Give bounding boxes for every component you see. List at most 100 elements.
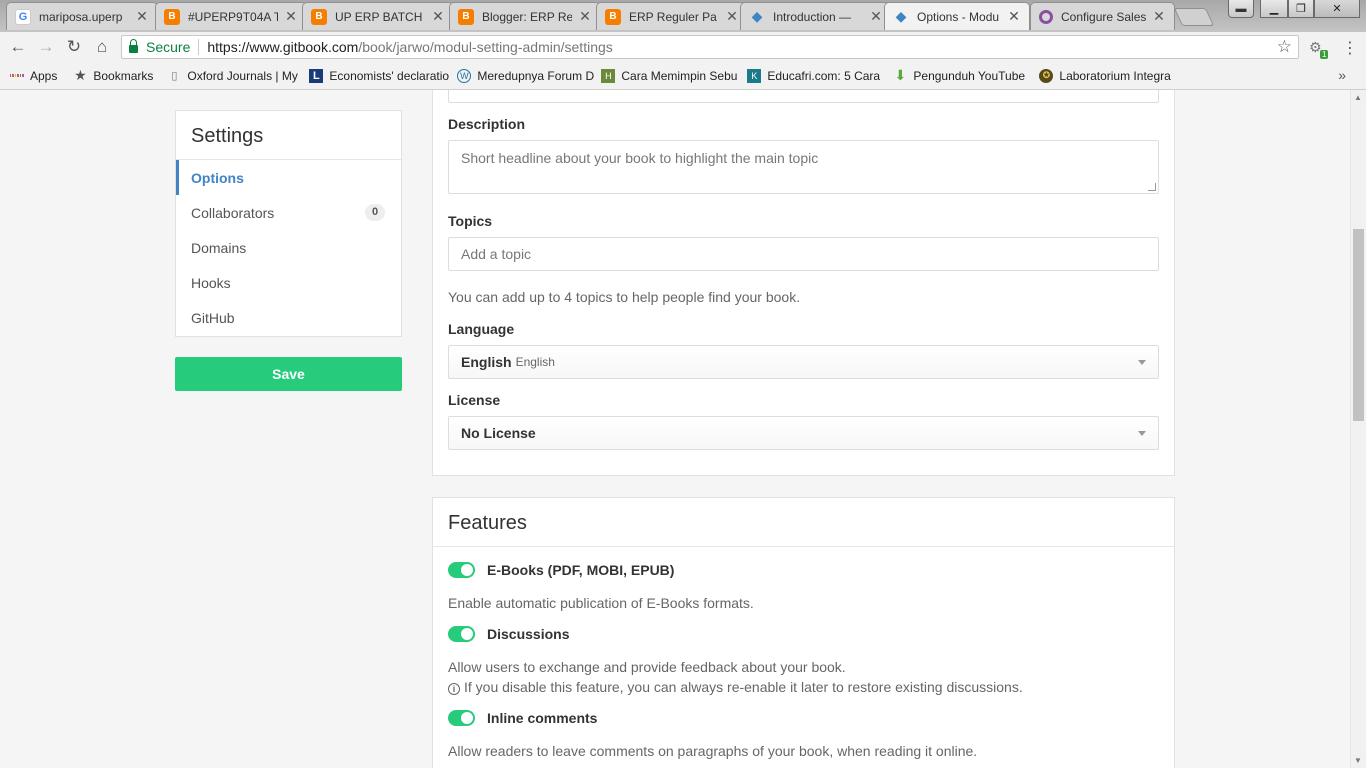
bookmark-cara-memimpin[interactable]: H Cara Memimpin Sebu bbox=[601, 68, 741, 83]
bookmark-label: Bookmarks bbox=[93, 68, 154, 83]
h-logo-icon: H bbox=[601, 68, 616, 83]
bookmark-oxford[interactable]: ▯ Oxford Journals | My bbox=[167, 69, 305, 83]
tab-title: ERP Reguler Pa bbox=[629, 9, 717, 24]
tab-blogger-erp[interactable]: B Blogger: ERP Re ✕ bbox=[449, 2, 601, 30]
language-value: English bbox=[461, 354, 512, 370]
features-card: Features E-Books (PDF, MOBI, EPUB) Enabl… bbox=[432, 497, 1175, 768]
language-select[interactable]: English English bbox=[448, 345, 1159, 379]
close-icon[interactable]: ✕ bbox=[869, 8, 883, 25]
sidebar-item-github[interactable]: GitHub bbox=[176, 300, 401, 335]
tab-options-active[interactable]: ◆ Options - Modu ✕ bbox=[884, 2, 1030, 30]
feature-discussions: Discussions bbox=[448, 626, 569, 642]
feature-description: Allow readers to leave comments on parag… bbox=[448, 743, 978, 759]
save-button[interactable]: Save bbox=[175, 357, 402, 391]
blogger-icon: B bbox=[458, 8, 474, 25]
google-icon: G bbox=[15, 8, 31, 25]
window-close-button[interactable]: ✕ bbox=[1314, 0, 1360, 18]
home-icon[interactable]: ⌂ bbox=[88, 33, 116, 61]
tab-erp-reguler[interactable]: B ERP Reguler Pa ✕ bbox=[596, 2, 748, 30]
caret-down-icon bbox=[1138, 431, 1146, 436]
feature-inline-comments: Inline comments bbox=[448, 710, 597, 726]
bookmark-educafri[interactable]: K Educafri.com: 5 Cara bbox=[747, 68, 887, 83]
tab-mariposa[interactable]: G mariposa.uperp ✕ bbox=[6, 2, 158, 30]
discussions-toggle[interactable] bbox=[448, 626, 475, 642]
menu-dots-icon[interactable]: ⋮ bbox=[1342, 38, 1358, 58]
tab-strip: G mariposa.uperp ✕ B #UPERP9T04A T ✕ B U… bbox=[0, 0, 1366, 32]
tab-title: UP ERP BATCH bbox=[335, 9, 423, 24]
page-scrollbar[interactable]: ▲ ▼ bbox=[1350, 90, 1366, 768]
bookmarks-bar: Apps ★ Bookmarks ▯ Oxford Journals | My … bbox=[0, 62, 1366, 90]
emblem-icon: ✪ bbox=[1039, 68, 1054, 83]
lock-icon bbox=[129, 39, 138, 53]
inline-comments-toggle[interactable] bbox=[448, 710, 475, 726]
close-icon[interactable]: ✕ bbox=[725, 8, 739, 25]
settings-sidebar: Settings Options Collaborators 0 Domains… bbox=[175, 110, 402, 337]
bookmark-laboratorium[interactable]: ✪ Laboratorium Integra bbox=[1039, 68, 1179, 83]
star-filled-icon: ★ bbox=[74, 67, 87, 83]
feature-description: Enable automatic publication of E-Books … bbox=[448, 595, 754, 611]
reload-icon[interactable]: ↻ bbox=[60, 33, 88, 61]
blogger-icon: B bbox=[164, 8, 180, 25]
scroll-up-arrow-icon[interactable]: ▲ bbox=[1354, 93, 1362, 102]
description-placeholder: Short headline about your book to highli… bbox=[461, 150, 819, 166]
close-icon[interactable]: ✕ bbox=[1007, 8, 1021, 25]
sidebar-item-domains[interactable]: Domains bbox=[176, 230, 401, 265]
blogger-icon: B bbox=[605, 8, 621, 25]
bookmark-economists[interactable]: L Economists' declaratio bbox=[309, 68, 451, 83]
feature-label: Inline comments bbox=[487, 710, 598, 726]
tab-up-erp-batch[interactable]: B UP ERP BATCH ✕ bbox=[302, 2, 454, 30]
scroll-down-arrow-icon[interactable]: ▼ bbox=[1354, 756, 1362, 765]
tab-uperp9t04a[interactable]: B #UPERP9T04A T ✕ bbox=[155, 2, 307, 30]
forward-arrow-icon[interactable]: → bbox=[32, 33, 60, 61]
bookmark-label: Meredupnya Forum D bbox=[477, 68, 595, 83]
star-icon[interactable]: ☆ bbox=[1277, 37, 1292, 57]
tab-title: Configure Sales bbox=[1061, 9, 1146, 24]
bookmark-pengunduh-youtube[interactable]: ⬇ Pengunduh YouTube bbox=[893, 69, 1033, 83]
feature-note: i If you disable this feature, you can al… bbox=[448, 679, 1023, 695]
tab-title: #UPERP9T04A T bbox=[188, 9, 278, 24]
license-label: License bbox=[448, 392, 501, 408]
close-icon[interactable]: ✕ bbox=[431, 8, 445, 25]
caret-down-icon bbox=[1138, 360, 1146, 365]
tab-title: Options - Modu bbox=[917, 9, 1000, 24]
tab-configure-sales[interactable]: Configure Sales ✕ bbox=[1030, 2, 1175, 30]
bookmark-meredupnya[interactable]: W Meredupnya Forum D bbox=[457, 68, 597, 83]
new-tab-button[interactable] bbox=[1173, 8, 1215, 26]
tab-introduction[interactable]: ◆ Introduction — ✕ bbox=[740, 2, 892, 30]
apps-grid-icon bbox=[9, 69, 25, 83]
license-value: No License bbox=[461, 425, 536, 441]
ebooks-toggle[interactable] bbox=[448, 562, 475, 578]
close-icon[interactable]: ✕ bbox=[1152, 8, 1166, 25]
license-select[interactable]: No License bbox=[448, 416, 1159, 450]
bookmark-bookmarks[interactable]: ★ Bookmarks bbox=[73, 67, 154, 83]
user-icon[interactable]: ▬ bbox=[1228, 0, 1254, 18]
description-textarea[interactable]: Short headline about your book to highli… bbox=[448, 140, 1159, 194]
title-input[interactable] bbox=[448, 90, 1159, 103]
chevron-double-right-icon[interactable]: » bbox=[1338, 67, 1346, 83]
back-arrow-icon[interactable]: ← bbox=[4, 33, 32, 61]
page-icon: ▯ bbox=[171, 70, 178, 82]
sidebar-title: Settings bbox=[176, 111, 401, 160]
sidebar-item-options[interactable]: Options bbox=[176, 160, 401, 195]
wordpress-icon: W bbox=[457, 68, 472, 83]
options-card: Description Short headline about your bo… bbox=[432, 90, 1175, 476]
close-icon[interactable]: ✕ bbox=[578, 8, 592, 25]
download-arrow-icon: ⬇ bbox=[894, 68, 907, 83]
maximize-button[interactable]: ❐ bbox=[1288, 0, 1314, 18]
sidebar-item-label: GitHub bbox=[191, 309, 235, 326]
collaborators-count-badge: 0 bbox=[365, 204, 385, 221]
address-bar[interactable]: Secure https://www.gitbook.com/book/jarw… bbox=[121, 35, 1299, 59]
url-path: /book/jarwo/modul-setting-admin/settings bbox=[358, 39, 613, 55]
sidebar-item-hooks[interactable]: Hooks bbox=[176, 265, 401, 300]
close-icon[interactable]: ✕ bbox=[284, 8, 298, 25]
scroll-thumb[interactable] bbox=[1353, 229, 1364, 421]
language-label: Language bbox=[448, 321, 515, 337]
bookmark-apps[interactable]: Apps bbox=[9, 69, 57, 83]
sidebar-item-collaborators[interactable]: Collaborators 0 bbox=[176, 195, 401, 230]
url-host: https://www.gitbook.com bbox=[207, 39, 359, 55]
close-icon[interactable]: ✕ bbox=[135, 8, 149, 25]
minimize-button[interactable]: ▁ bbox=[1260, 0, 1288, 18]
topics-input[interactable]: Add a topic bbox=[448, 237, 1159, 271]
feature-label: Discussions bbox=[487, 626, 570, 642]
resize-grip-icon[interactable] bbox=[1148, 183, 1156, 191]
